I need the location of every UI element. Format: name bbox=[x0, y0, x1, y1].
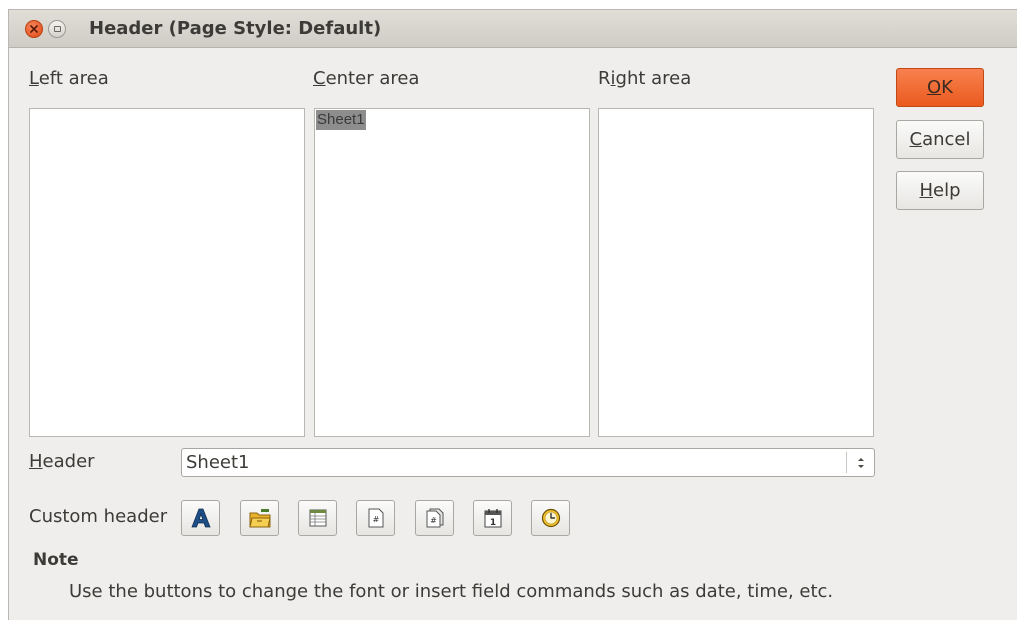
right-area-editor[interactable] bbox=[598, 108, 874, 437]
cancel-button[interactable]: Cancel bbox=[896, 120, 984, 159]
custom-header-label: Custom header bbox=[29, 506, 168, 527]
right-area-label: Right area bbox=[598, 68, 692, 89]
page-count-button[interactable]: # bbox=[415, 500, 454, 536]
text-attributes-icon bbox=[190, 508, 211, 528]
left-area-editor[interactable] bbox=[29, 108, 305, 437]
close-icon bbox=[30, 25, 38, 33]
title-button[interactable] bbox=[240, 500, 279, 536]
title-bar: Header (Page Style: Default) bbox=[9, 10, 1017, 48]
header-dialog: Header (Page Style: Default) Left area C… bbox=[8, 9, 1017, 620]
header-select-value: Sheet1 bbox=[186, 452, 250, 473]
page-icon: # bbox=[368, 508, 383, 528]
center-area-label: Center area bbox=[313, 68, 420, 89]
header-select[interactable]: Sheet1 bbox=[181, 448, 875, 477]
center-area-selected-text: Sheet1 bbox=[316, 110, 366, 130]
close-window-button[interactable] bbox=[25, 20, 43, 38]
sheet-name-button[interactable] bbox=[298, 500, 337, 536]
text-attributes-button[interactable] bbox=[181, 500, 220, 536]
note-text: Use the buttons to change the font or in… bbox=[69, 581, 834, 602]
note-heading: Note bbox=[33, 550, 79, 570]
window-title: Header (Page Style: Default) bbox=[89, 18, 382, 39]
left-area-label: Left area bbox=[29, 68, 109, 89]
pages-icon: # bbox=[426, 508, 443, 528]
sheet-name-icon bbox=[309, 509, 326, 527]
title-icon bbox=[248, 509, 271, 528]
center-area-editor[interactable]: Sheet1 bbox=[314, 108, 590, 437]
maximize-window-button[interactable] bbox=[48, 20, 66, 38]
help-button[interactable]: Help bbox=[896, 171, 984, 210]
ok-button[interactable]: OK bbox=[896, 68, 984, 107]
maximize-icon bbox=[53, 26, 61, 32]
date-button[interactable]: 1 bbox=[473, 500, 512, 536]
date-icon: 1 bbox=[484, 509, 501, 528]
svg-text:#: # bbox=[430, 516, 437, 525]
svg-text:1: 1 bbox=[489, 518, 495, 528]
time-icon bbox=[541, 508, 560, 528]
svg-text:#: # bbox=[372, 515, 379, 524]
spin-arrows-icon bbox=[846, 452, 874, 473]
page-number-button[interactable]: # bbox=[356, 500, 395, 536]
time-button[interactable] bbox=[531, 500, 570, 536]
header-label: Header bbox=[29, 451, 95, 472]
